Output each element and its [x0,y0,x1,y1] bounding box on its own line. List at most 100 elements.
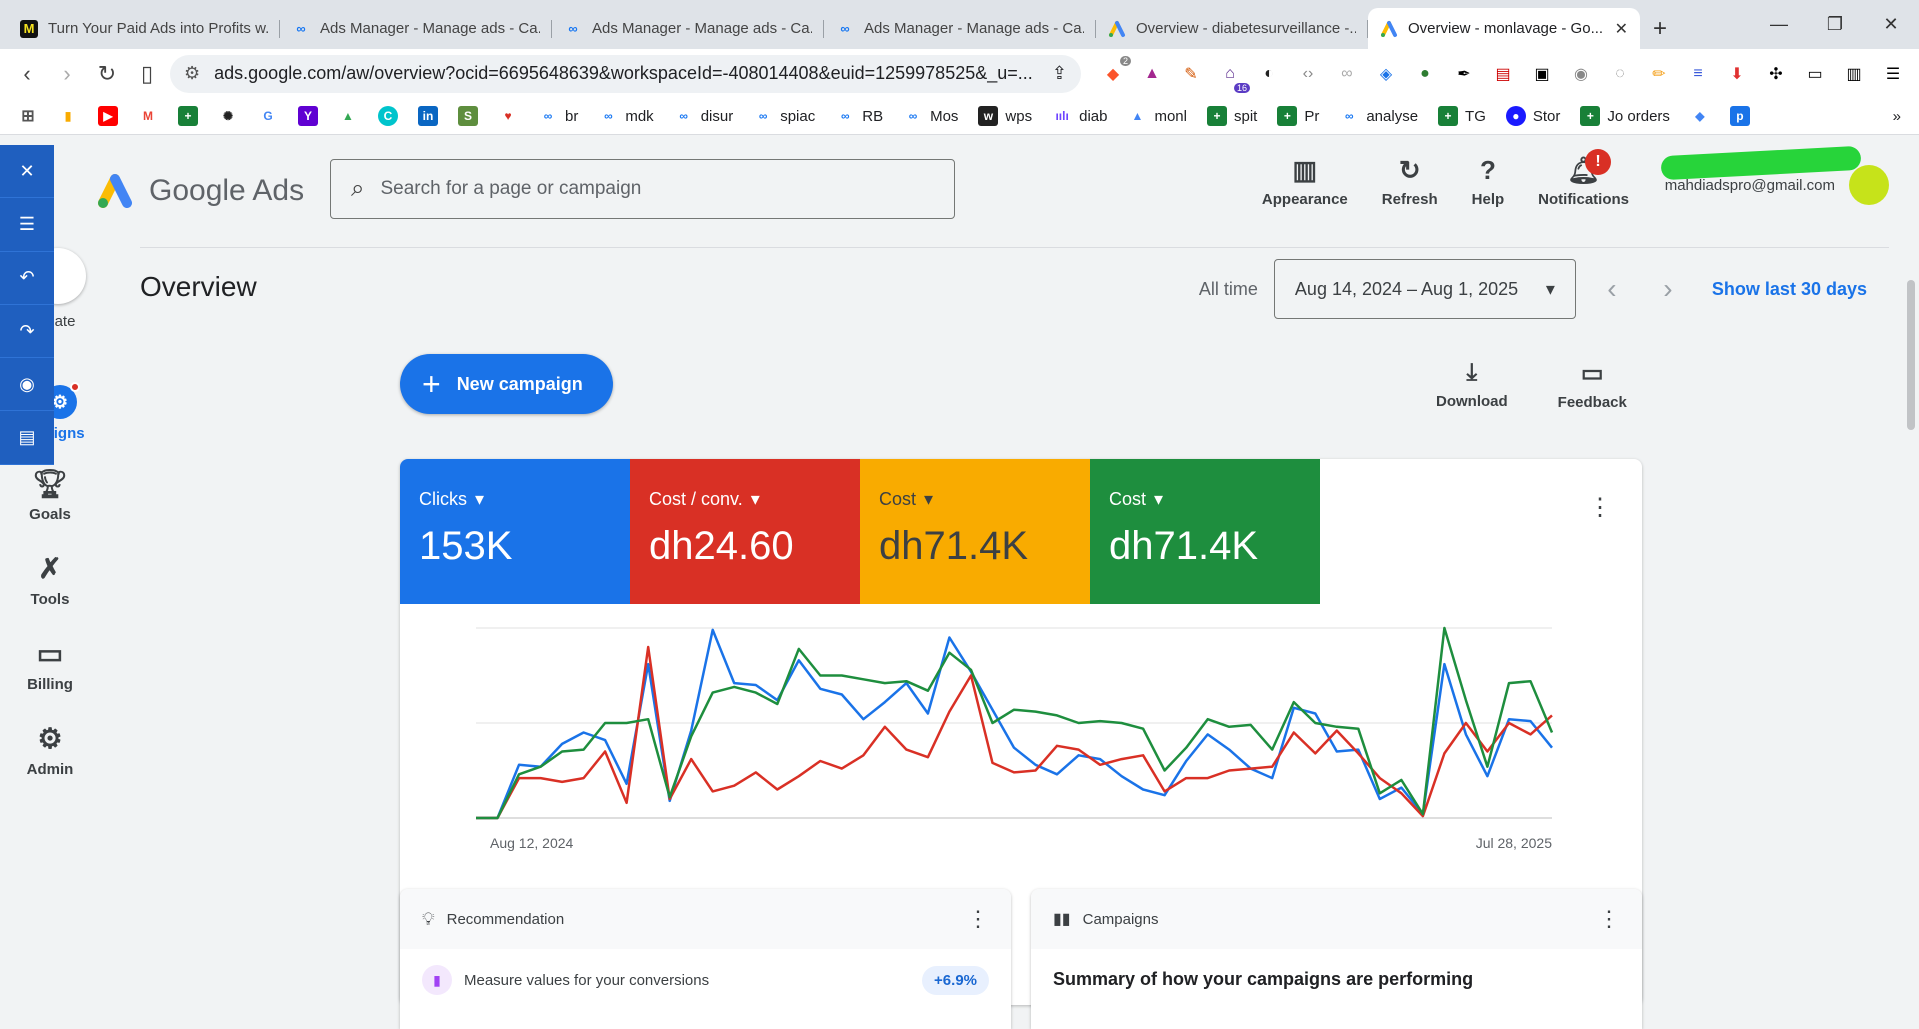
reload-icon[interactable]: ↻ [90,57,124,91]
avatar[interactable] [1849,165,1889,205]
brave-shield-icon[interactable]: ◆ 2 [1097,55,1131,90]
stack-icon[interactable]: ≡ [1682,58,1714,90]
browser-tab[interactable]: M Turn Your Paid Ads into Profits w... [8,8,280,49]
bookmark-disur[interactable]: ∞ disur [674,106,733,126]
bookmark-br[interactable]: ∞ br [538,106,579,126]
metric-tile-cost[interactable]: Cost ▾ dh71.4K [860,459,1090,604]
account-switcher[interactable]: mahdiadspro@gmail.com [1660,145,1889,205]
grad-cap-icon[interactable]: ⌂ 16 [1214,58,1250,93]
browser-tab[interactable]: ∞ Ads Manager - Manage ads - Ca... [280,8,552,49]
reader-icon[interactable]: ▭ [1799,58,1831,90]
browser-tab[interactable]: ∞ Ads Manager - Manage ads - Ca... [824,8,1096,49]
browser-tab[interactable]: Overview - diabetesurveillance -... [1096,8,1368,49]
bookmark-monl[interactable]: ▲ monl [1127,106,1187,126]
p-icon[interactable]: p [1729,106,1750,126]
puzzle-icon[interactable]: ✣ [1760,58,1792,90]
sheets-icon[interactable]: + [178,106,198,126]
more-bookmarks-icon[interactable]: » [1893,108,1901,125]
close-tab-icon[interactable]: ✕ [1615,19,1628,39]
undo-icon[interactable]: ↶ [0,252,54,305]
forward-icon[interactable]: › [50,57,84,91]
chatgpt-icon[interactable]: ✺ [218,106,238,126]
search-input[interactable]: ⌕ Search for a page or campaign [330,159,955,219]
gmail-icon[interactable]: M [138,106,158,126]
print-icon[interactable]: ▤ [0,411,54,465]
pdf-icon[interactable]: ▤ [1487,58,1519,90]
sidebar-icon[interactable]: ▥ [1838,58,1870,90]
tag-icon[interactable]: ◈ [1370,58,1402,90]
drive-icon[interactable]: ▲ [338,106,358,126]
eyedropper-icon[interactable]: ✒ [1448,58,1480,90]
share-icon[interactable]: ⇪ [1052,63,1067,84]
show-last-30-days-link[interactable]: Show last 30 days [1712,279,1867,300]
camera-icon[interactable]: ◉ [1565,58,1597,90]
nav-goals[interactable]: 🏆︎ Goals [0,467,100,523]
redo-icon[interactable]: ↷ [0,305,54,359]
close-window-icon[interactable]: ✕ [1863,0,1919,49]
sliders-icon[interactable]: ☰ [0,198,54,252]
linkedin-icon[interactable]: in [418,106,438,126]
browser-tab[interactable]: ∞ Ads Manager - Manage ads - Ca... [552,8,824,49]
nav-billing[interactable]: ▭ Billing [0,637,100,693]
download-ext-icon[interactable]: ⬇ [1721,58,1753,90]
code-icon[interactable]: ‹› [1292,58,1324,90]
camera-icon[interactable]: ◉ [0,358,54,412]
nav-admin[interactable]: ⚙ Admin [0,722,100,778]
metric-tile-cost-per-conv[interactable]: Cost / conv. ▾ dh24.60 [630,459,860,604]
analytics-icon[interactable]: ▮ [58,106,78,126]
image-icon[interactable]: ▣ [1526,58,1558,90]
new-tab-button[interactable]: + [1640,8,1680,49]
metric-tile-cost-2[interactable]: Cost ▾ dh71.4K [1090,459,1320,604]
canva-icon[interactable]: C [378,106,398,126]
pen-extension-icon[interactable]: ✎ [1175,58,1207,90]
recommendation-item[interactable]: ▮ Measure values for your conversions +6… [400,949,1011,1011]
link-icon[interactable]: ∞ [1331,58,1363,90]
back-icon[interactable]: ‹ [10,57,44,91]
bookmark-jo-orders[interactable]: + Jo orders [1580,106,1670,126]
bookmark-wps[interactable]: w wps [978,106,1032,126]
translate-icon[interactable]: G [258,106,278,126]
shopify-icon[interactable]: S [458,106,478,126]
more-options-icon[interactable]: ⋮ [967,906,989,932]
google-ads-logo[interactable]: Google Ads [95,173,304,209]
date-range-select[interactable]: Aug 14, 2024 – Aug 1, 2025 ▾ [1273,259,1576,319]
bookmark-mdk[interactable]: ∞ mdk [598,106,654,126]
swirl-icon[interactable]: ◐ [1253,58,1285,90]
download-button[interactable]: ⤓ Download [1436,359,1508,411]
rewards-icon[interactable]: ▲ [1136,58,1168,90]
youtube-icon[interactable]: ▶ [98,106,118,126]
mouse-icon[interactable]: ◌ [1604,58,1636,90]
bookmark-diab[interactable]: ıılı diab [1052,106,1107,126]
apps-icon[interactable]: ⊞ [18,106,38,126]
bookmark-icon[interactable]: ▯ [130,57,164,91]
bookmark-spit[interactable]: + spit [1206,106,1257,126]
browser-tab-active[interactable]: Overview - monlavage - Go... ✕ [1368,8,1640,49]
restore-icon[interactable]: ❐ [1807,0,1863,49]
bookmark-pr[interactable]: + Pr [1277,106,1319,126]
menu-icon[interactable]: ☰ [1877,58,1909,90]
bookmark-analyse[interactable]: ∞ analyse [1339,106,1418,126]
metric-tile-clicks[interactable]: Clicks ▾ 153K [400,459,630,604]
bookmark-stor[interactable]: ● Stor [1505,106,1560,126]
feedback-button[interactable]: ▭ Feedback [1558,359,1627,411]
next-period-icon[interactable]: › [1648,273,1688,305]
close-icon[interactable]: ✕ [0,145,54,199]
diamond-icon[interactable]: ◆ [1690,106,1710,126]
notifications-button[interactable]: 🔔︎ ! Notifications [1538,149,1629,208]
page-scrollbar[interactable] [1907,280,1915,430]
help-button[interactable]: ? Help [1472,155,1505,208]
previous-period-icon[interactable]: ‹ [1592,273,1632,305]
refresh-button[interactable]: ↻ Refresh [1382,155,1438,208]
heart-icon[interactable]: ♥ [498,106,518,126]
new-campaign-button[interactable]: + New campaign [400,354,613,414]
bookmark-tg[interactable]: + TG [1438,106,1486,126]
globe-icon[interactable]: ● [1409,58,1441,90]
bookmark-rb[interactable]: ∞ RB [835,106,883,126]
more-options-icon[interactable]: ⋮ [1588,493,1612,522]
site-settings-icon[interactable]: ⚙ [184,63,200,84]
nav-tools[interactable]: ✗ Tools [0,552,100,608]
appearance-button[interactable]: ▥ Appearance [1262,155,1348,208]
highlighter-icon[interactable]: ✏ [1643,58,1675,90]
bookmark-mos[interactable]: ∞ Mos [903,106,959,126]
bookmark-spiac[interactable]: ∞ spiac [753,106,815,126]
